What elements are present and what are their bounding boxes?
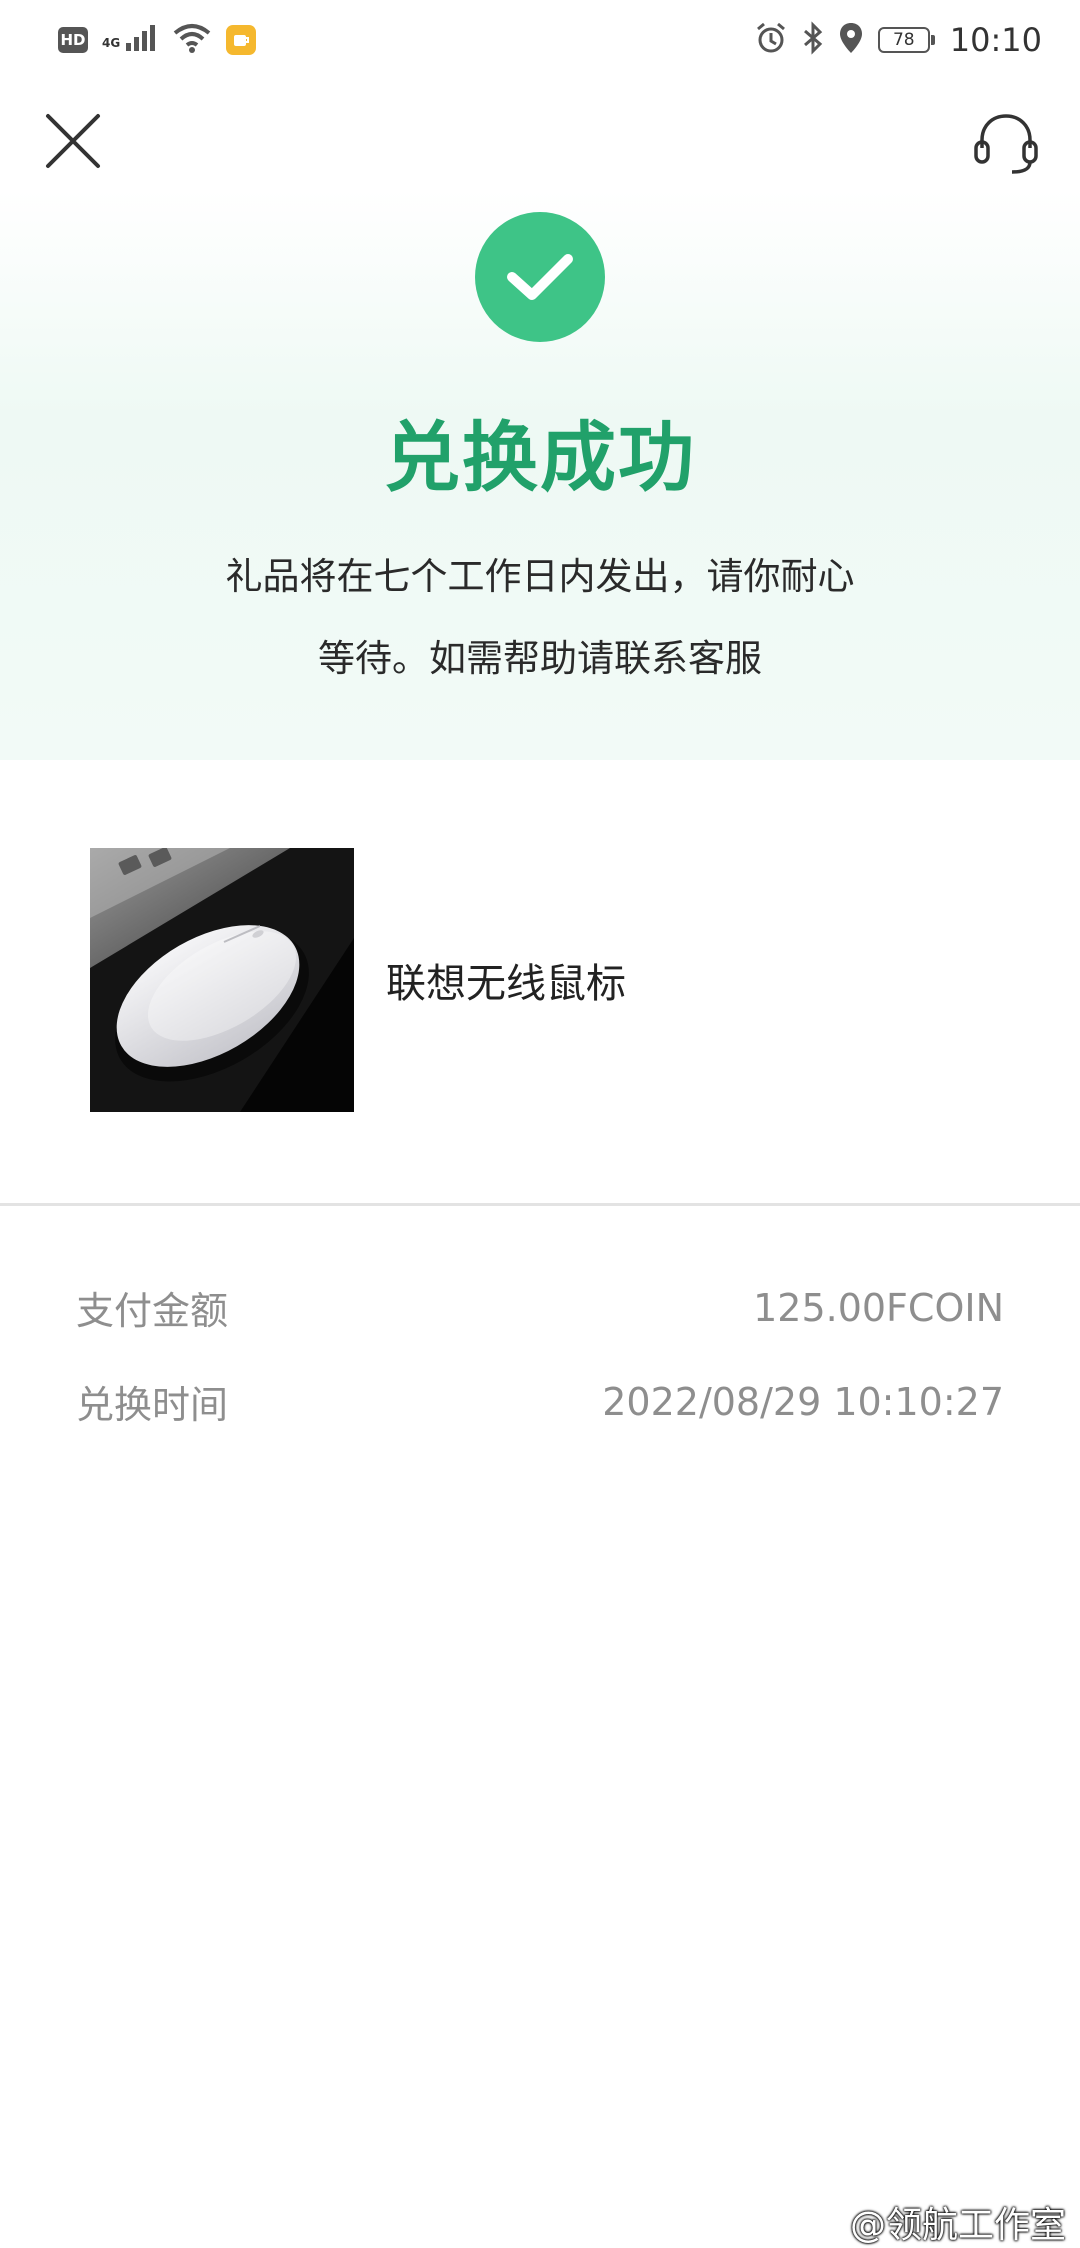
wifi-icon: [172, 22, 212, 58]
redeem-time-label: 兑换时间: [76, 1383, 229, 1427]
success-badge: [475, 212, 605, 342]
payment-amount-label: 支付金额: [76, 1289, 229, 1333]
status-time: 10:10: [949, 21, 1042, 59]
product-item: 联想无线鼠标: [90, 848, 990, 1112]
redeem-time-row: 兑换时间 2022/08/29 10:10:27: [76, 1374, 1004, 1429]
payment-amount-row: 支付金额 125.00FCOIN: [76, 1280, 1004, 1335]
divider: [0, 1203, 1080, 1206]
status-left: HD 4G: [58, 22, 257, 58]
bluetooth-icon: [802, 21, 824, 59]
checkmark-icon: [507, 254, 573, 300]
page-title: 兑换成功: [384, 413, 696, 502]
close-icon: [46, 114, 100, 168]
headset-icon: [974, 114, 1038, 174]
alarm-icon: [754, 21, 788, 59]
redeem-time-value: 2022/08/29 10:10:27: [602, 1379, 1004, 1424]
location-icon: [838, 21, 864, 59]
battery-indicator: 78: [877, 27, 935, 53]
success-message: 礼品将在七个工作日内发出，请你耐心等待。如需帮助请联系客服: [225, 555, 855, 680]
app-notification-icon: [226, 25, 257, 55]
status-right: 78 10:10: [754, 21, 1042, 59]
payment-amount-value: 125.00FCOIN: [753, 1285, 1004, 1330]
status-bar: HD 4G 78 10:10: [0, 0, 1080, 80]
product-name: 联想无线鼠标: [386, 961, 626, 1007]
watermark: @领航工作室: [849, 2205, 1066, 2246]
signal-icon: [124, 23, 158, 57]
customer-service-button[interactable]: [972, 112, 1040, 176]
network-type: 4G: [102, 36, 121, 50]
product-image: [90, 848, 354, 1112]
close-button[interactable]: [44, 112, 102, 170]
hd-badge: HD: [58, 27, 88, 53]
